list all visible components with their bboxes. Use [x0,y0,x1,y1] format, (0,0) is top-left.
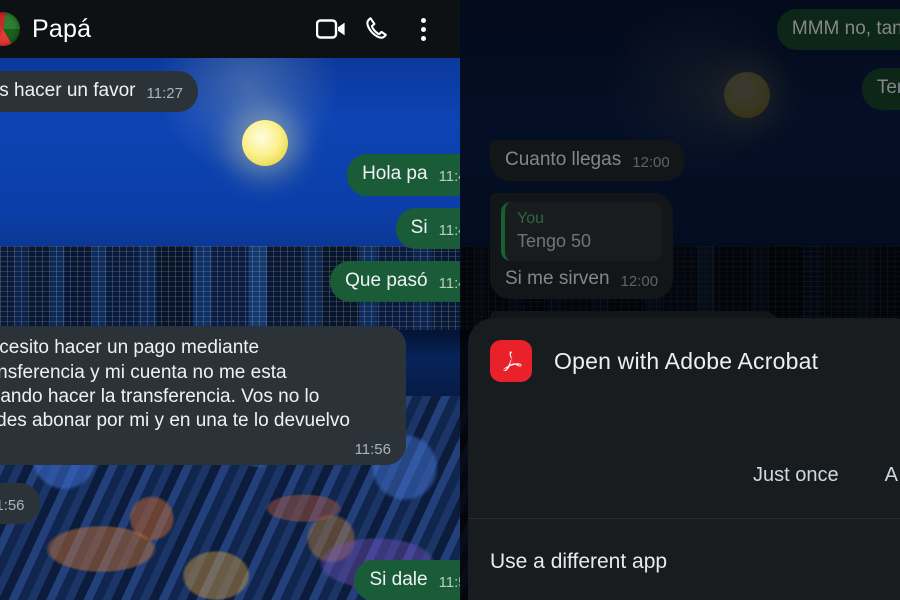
left-message-list[interactable]: podes hacer un favor 11:27 Hola pa 11:45… [0,58,460,600]
message-row[interactable]: Que pasó 11:45 [0,258,460,305]
message-row[interactable]: Hola pa 11:45 [0,151,460,198]
message-text: Si [410,216,428,238]
always-button[interactable]: A [881,456,900,495]
just-once-button[interactable]: Just once [749,456,843,495]
adobe-acrobat-icon [490,340,532,382]
message-time: 11:45 [438,221,460,239]
message-bubble-outgoing[interactable]: Hola pa 11:45 [347,154,460,196]
split-screenshot-canvas: Papá podes hacer un favor 11:27 Ho [0,0,900,600]
message-text: podes hacer un favor [0,80,136,101]
phone-call-icon[interactable] [354,6,400,52]
message-row[interactable]: Si dale 11:57 [0,557,460,600]
message-bubble-outgoing[interactable]: Si 11:45 [395,207,460,249]
message-row[interactable]: Necesito hacer un pago mediante transfer… [0,323,460,467]
app-chooser-actions: Just once A [468,438,900,512]
app-chooser-sheet: Open with Adobe Acrobat Just once A Use … [468,318,900,600]
message-bubble-incoming[interactable]: es 11:56 [0,482,40,524]
message-text: Si dale [369,569,428,590]
left-chat-panel: Papá podes hacer un favor 11:27 Ho [0,0,460,600]
chat-app-bar: Papá [0,0,460,58]
message-time: 11:56 [354,440,391,458]
app-chooser-title: Open with Adobe Acrobat [554,347,819,374]
message-row[interactable]: podes hacer un favor 11:27 [0,68,460,115]
message-time: 11:27 [146,85,183,103]
message-bubble-incoming[interactable]: podes hacer un favor 11:27 [0,71,198,113]
use-different-app-button[interactable]: Use a different app [490,550,667,574]
message-bubble-outgoing[interactable]: Si dale 11:57 [354,560,460,600]
message-text: Hola pa [362,163,428,185]
app-chooser-header: Open with Adobe Acrobat [468,318,900,382]
message-row[interactable]: Si 11:45 [0,205,460,252]
message-text: Necesito hacer un pago mediante transfer… [0,337,350,432]
message-bubble-outgoing[interactable]: Que pasó 11:45 [330,260,460,303]
message-bubble-incoming[interactable]: Necesito hacer un pago mediante transfer… [0,326,406,465]
message-time: 11:45 [438,275,460,293]
message-text: Que pasó [345,269,428,291]
right-chat-panel: MMM no, tanto no Tengo 50 Cuanto llegas … [460,0,900,600]
message-time: 11:45 [438,168,460,186]
sheet-divider [468,518,900,519]
message-row[interactable]: es 11:56 [0,480,460,527]
message-time: 11:56 [0,496,25,514]
video-call-icon[interactable] [308,6,354,52]
more-options-icon[interactable] [400,6,446,52]
contact-avatar[interactable] [0,12,20,46]
page-title: Papá [32,14,92,43]
message-time: 11:57 [438,574,460,592]
